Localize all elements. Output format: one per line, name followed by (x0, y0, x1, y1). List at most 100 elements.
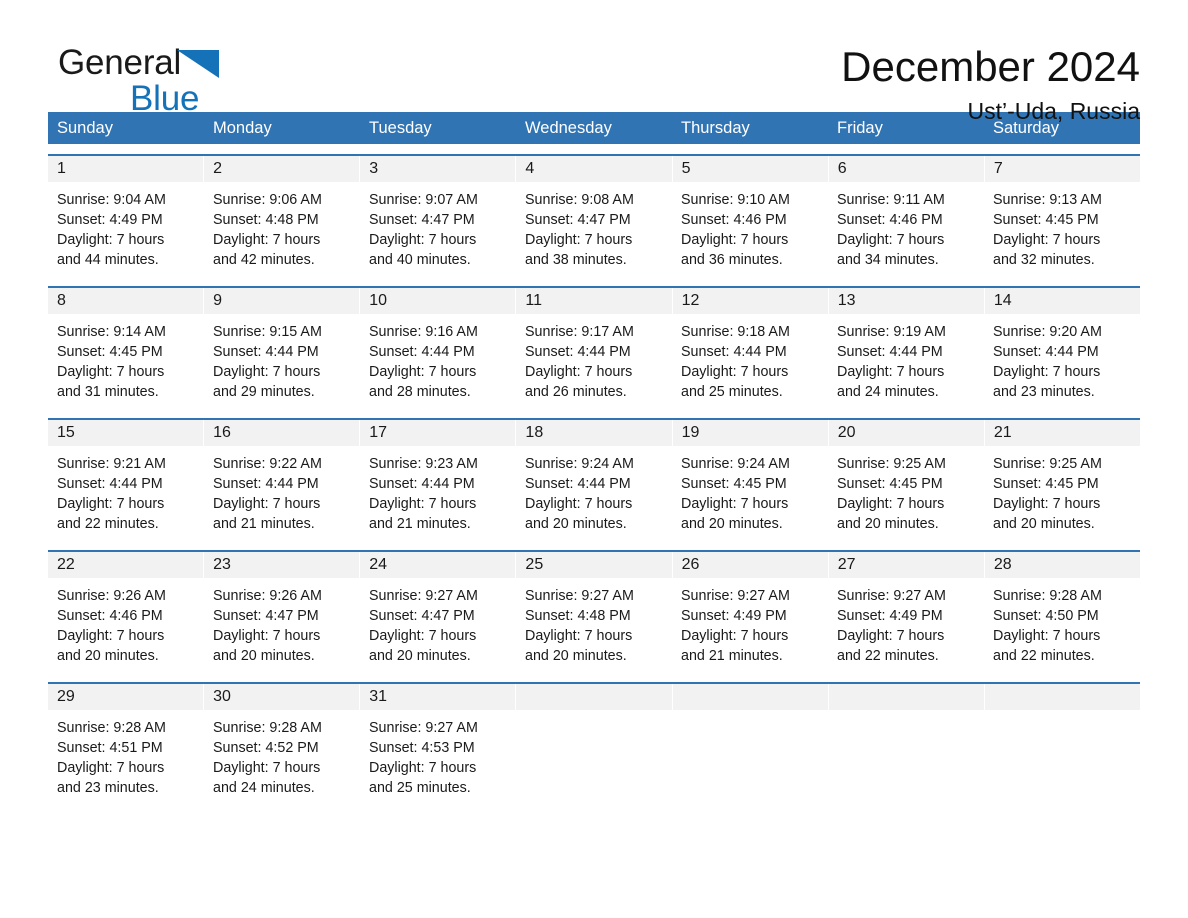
daylight-text-line1: Daylight: 7 hours (57, 364, 165, 380)
day-number[interactable]: 24 (360, 552, 516, 578)
daylight-text-line1: Daylight: 7 hours (993, 628, 1101, 644)
day-number[interactable]: 7 (984, 156, 1140, 182)
day-cell[interactable]: Sunrise: 9:24 AM Sunset: 4:45 PM Dayligh… (672, 446, 828, 540)
sunrise-text: Sunrise: 9:23 AM (369, 456, 478, 472)
day-cell[interactable]: Sunrise: 9:11 AM Sunset: 4:46 PM Dayligh… (828, 182, 984, 276)
day-number[interactable]: 10 (360, 288, 516, 314)
day-cell[interactable]: Sunrise: 9:04 AM Sunset: 4:49 PM Dayligh… (48, 182, 204, 276)
day-cell[interactable]: Sunrise: 9:19 AM Sunset: 4:44 PM Dayligh… (828, 314, 984, 408)
day-cell[interactable]: Sunrise: 9:15 AM Sunset: 4:44 PM Dayligh… (204, 314, 360, 408)
calendar-week-row: 22 23 24 25 26 27 28 Sunrise: 9:26 AM Su… (48, 550, 1140, 672)
day-cell[interactable]: Sunrise: 9:26 AM Sunset: 4:47 PM Dayligh… (204, 578, 360, 672)
sunrise-text: Sunrise: 9:28 AM (213, 720, 322, 736)
daylight-text-line1: Daylight: 7 hours (837, 364, 945, 380)
daylight-text-line2: and 23 minutes. (57, 780, 159, 796)
day-number[interactable]: 2 (204, 156, 360, 182)
daylight-text-line1: Daylight: 7 hours (525, 232, 633, 248)
day-number[interactable]: 26 (672, 552, 828, 578)
sunrise-text: Sunrise: 9:27 AM (369, 588, 478, 604)
day-number[interactable]: 17 (360, 420, 516, 446)
day-cell[interactable]: Sunrise: 9:25 AM Sunset: 4:45 PM Dayligh… (984, 446, 1140, 540)
day-cell[interactable]: Sunrise: 9:25 AM Sunset: 4:45 PM Dayligh… (828, 446, 984, 540)
day-number[interactable]: 8 (48, 288, 204, 314)
daylight-text-line1: Daylight: 7 hours (369, 364, 477, 380)
daylight-text-line1: Daylight: 7 hours (369, 760, 477, 776)
sunrise-text: Sunrise: 9:25 AM (993, 456, 1102, 472)
day-number[interactable]: 5 (672, 156, 828, 182)
daylight-text-line1: Daylight: 7 hours (681, 496, 789, 512)
day-cell[interactable]: Sunrise: 9:27 AM Sunset: 4:49 PM Dayligh… (672, 578, 828, 672)
day-number[interactable]: 27 (828, 552, 984, 578)
day-number[interactable]: 11 (516, 288, 672, 314)
daylight-text-line1: Daylight: 7 hours (993, 496, 1101, 512)
day-number[interactable]: 29 (48, 684, 204, 710)
day-cell[interactable]: Sunrise: 9:22 AM Sunset: 4:44 PM Dayligh… (204, 446, 360, 540)
daylight-text-line2: and 31 minutes. (57, 384, 159, 400)
sunrise-text: Sunrise: 9:17 AM (525, 324, 634, 340)
day-cell[interactable]: Sunrise: 9:28 AM Sunset: 4:50 PM Dayligh… (984, 578, 1140, 672)
day-cell[interactable]: Sunrise: 9:18 AM Sunset: 4:44 PM Dayligh… (672, 314, 828, 408)
day-number[interactable]: 1 (48, 156, 204, 182)
day-cell[interactable]: Sunrise: 9:16 AM Sunset: 4:44 PM Dayligh… (360, 314, 516, 408)
weekday-header-thursday: Thursday (681, 119, 750, 137)
day-cell[interactable]: Sunrise: 9:14 AM Sunset: 4:45 PM Dayligh… (48, 314, 204, 408)
sunset-text: Sunset: 4:45 PM (993, 476, 1099, 492)
day-number[interactable]: 28 (984, 552, 1140, 578)
day-cell[interactable]: Sunrise: 9:13 AM Sunset: 4:45 PM Dayligh… (984, 182, 1140, 276)
daylight-text-line2: and 22 minutes. (993, 648, 1095, 664)
sunset-text: Sunset: 4:46 PM (681, 212, 787, 228)
daylight-text-line2: and 21 minutes. (369, 516, 471, 532)
day-number[interactable]: 31 (360, 684, 516, 710)
day-number[interactable]: 13 (828, 288, 984, 314)
day-number[interactable]: 19 (672, 420, 828, 446)
daylight-text-line1: Daylight: 7 hours (57, 628, 165, 644)
daylight-text-line2: and 20 minutes. (837, 516, 939, 532)
sunrise-text: Sunrise: 9:28 AM (57, 720, 166, 736)
day-cell[interactable]: Sunrise: 9:17 AM Sunset: 4:44 PM Dayligh… (516, 314, 672, 408)
day-number[interactable]: 16 (204, 420, 360, 446)
day-cell[interactable]: Sunrise: 9:06 AM Sunset: 4:48 PM Dayligh… (204, 182, 360, 276)
daylight-text-line1: Daylight: 7 hours (213, 760, 321, 776)
day-cell[interactable]: Sunrise: 9:27 AM Sunset: 4:48 PM Dayligh… (516, 578, 672, 672)
daylight-text-line2: and 42 minutes. (213, 252, 315, 268)
day-cell[interactable]: Sunrise: 9:10 AM Sunset: 4:46 PM Dayligh… (672, 182, 828, 276)
daylight-text-line1: Daylight: 7 hours (837, 232, 945, 248)
daylight-text-line1: Daylight: 7 hours (213, 364, 321, 380)
day-cell[interactable]: Sunrise: 9:27 AM Sunset: 4:53 PM Dayligh… (360, 710, 516, 804)
day-number[interactable]: 25 (516, 552, 672, 578)
day-cell[interactable]: Sunrise: 9:27 AM Sunset: 4:47 PM Dayligh… (360, 578, 516, 672)
day-number[interactable]: 30 (204, 684, 360, 710)
day-cell[interactable]: Sunrise: 9:26 AM Sunset: 4:46 PM Dayligh… (48, 578, 204, 672)
day-detail-row: Sunrise: 9:26 AM Sunset: 4:46 PM Dayligh… (48, 578, 1140, 672)
day-number[interactable]: 21 (984, 420, 1140, 446)
day-number[interactable]: 22 (48, 552, 204, 578)
daylight-text-line2: and 24 minutes. (837, 384, 939, 400)
day-cell[interactable]: Sunrise: 9:23 AM Sunset: 4:44 PM Dayligh… (360, 446, 516, 540)
day-number[interactable]: 20 (828, 420, 984, 446)
day-number[interactable]: 4 (516, 156, 672, 182)
day-number[interactable]: 6 (828, 156, 984, 182)
sunset-text: Sunset: 4:47 PM (525, 212, 631, 228)
sunset-text: Sunset: 4:45 PM (837, 476, 943, 492)
day-cell[interactable]: Sunrise: 9:07 AM Sunset: 4:47 PM Dayligh… (360, 182, 516, 276)
day-cell[interactable]: Sunrise: 9:24 AM Sunset: 4:44 PM Dayligh… (516, 446, 672, 540)
day-cell[interactable]: Sunrise: 9:28 AM Sunset: 4:52 PM Dayligh… (204, 710, 360, 804)
day-cell[interactable]: Sunrise: 9:27 AM Sunset: 4:49 PM Dayligh… (828, 578, 984, 672)
day-cell[interactable]: Sunrise: 9:28 AM Sunset: 4:51 PM Dayligh… (48, 710, 204, 804)
day-number[interactable]: 15 (48, 420, 204, 446)
day-number[interactable]: 3 (360, 156, 516, 182)
day-cell[interactable]: Sunrise: 9:20 AM Sunset: 4:44 PM Dayligh… (984, 314, 1140, 408)
weekday-header-monday: Monday (213, 119, 272, 137)
day-number[interactable]: 9 (204, 288, 360, 314)
day-number[interactable]: 18 (516, 420, 672, 446)
day-number[interactable]: 12 (672, 288, 828, 314)
sunset-text: Sunset: 4:46 PM (837, 212, 943, 228)
day-number[interactable]: 14 (984, 288, 1140, 314)
daylight-text-line1: Daylight: 7 hours (57, 760, 165, 776)
calendar-week-row: 8 9 10 11 12 13 14 Sunrise: 9:14 AM Suns… (48, 286, 1140, 408)
day-cell[interactable]: Sunrise: 9:08 AM Sunset: 4:47 PM Dayligh… (516, 182, 672, 276)
sunset-text: Sunset: 4:44 PM (369, 344, 475, 360)
day-cell[interactable]: Sunrise: 9:21 AM Sunset: 4:44 PM Dayligh… (48, 446, 204, 540)
daylight-text-line1: Daylight: 7 hours (369, 496, 477, 512)
day-number[interactable]: 23 (204, 552, 360, 578)
